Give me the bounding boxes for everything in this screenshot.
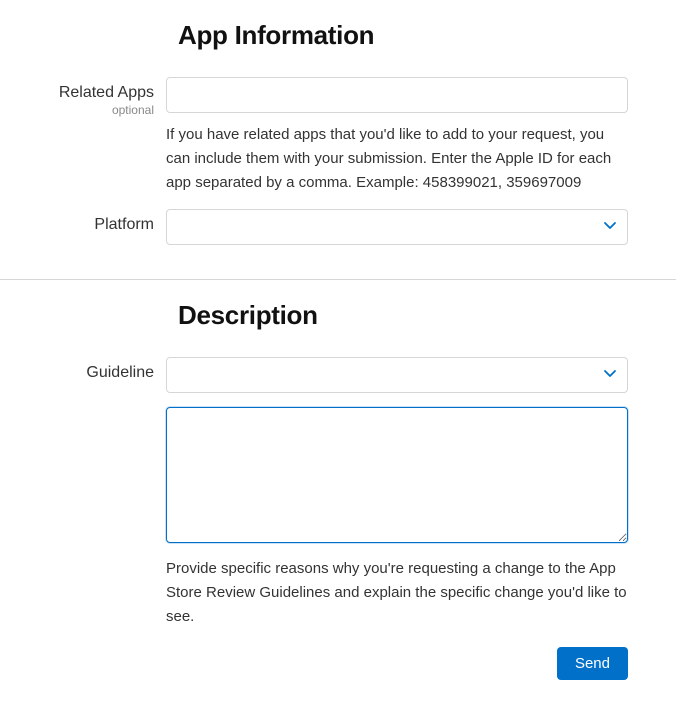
related-apps-label-col: Related Apps optional bbox=[0, 77, 166, 117]
platform-label-col: Platform bbox=[0, 209, 166, 234]
related-apps-sublabel: optional bbox=[0, 103, 154, 117]
guideline-label: Guideline bbox=[0, 364, 154, 382]
platform-select[interactable] bbox=[166, 209, 628, 245]
platform-label: Platform bbox=[0, 216, 154, 234]
guideline-row: Guideline bbox=[0, 357, 628, 393]
reason-textarea[interactable] bbox=[166, 407, 628, 543]
related-apps-label: Related Apps bbox=[0, 84, 154, 102]
related-apps-input[interactable] bbox=[166, 77, 628, 113]
description-section: Description Guideline Provide specific r… bbox=[0, 279, 676, 714]
app-information-heading: App Information bbox=[178, 20, 628, 51]
platform-select-wrap bbox=[166, 209, 628, 245]
related-apps-row: Related Apps optional If you have relate… bbox=[0, 77, 628, 195]
guideline-field-col bbox=[166, 357, 628, 393]
reason-row: Provide specific reasons why you're requ… bbox=[0, 407, 628, 680]
actions-row: Send bbox=[166, 647, 628, 680]
description-heading: Description bbox=[178, 300, 628, 331]
guideline-select[interactable] bbox=[166, 357, 628, 393]
related-apps-field-col: If you have related apps that you'd like… bbox=[166, 77, 628, 195]
platform-field-col bbox=[166, 209, 628, 245]
app-information-section: App Information Related Apps optional If… bbox=[0, 0, 676, 279]
related-apps-helper: If you have related apps that you'd like… bbox=[166, 123, 628, 195]
reason-label-col bbox=[0, 407, 166, 414]
send-button[interactable]: Send bbox=[557, 647, 628, 680]
reason-field-col: Provide specific reasons why you're requ… bbox=[166, 407, 628, 680]
platform-row: Platform bbox=[0, 209, 628, 245]
guideline-select-wrap bbox=[166, 357, 628, 393]
guideline-label-col: Guideline bbox=[0, 357, 166, 382]
reason-helper: Provide specific reasons why you're requ… bbox=[166, 557, 628, 629]
